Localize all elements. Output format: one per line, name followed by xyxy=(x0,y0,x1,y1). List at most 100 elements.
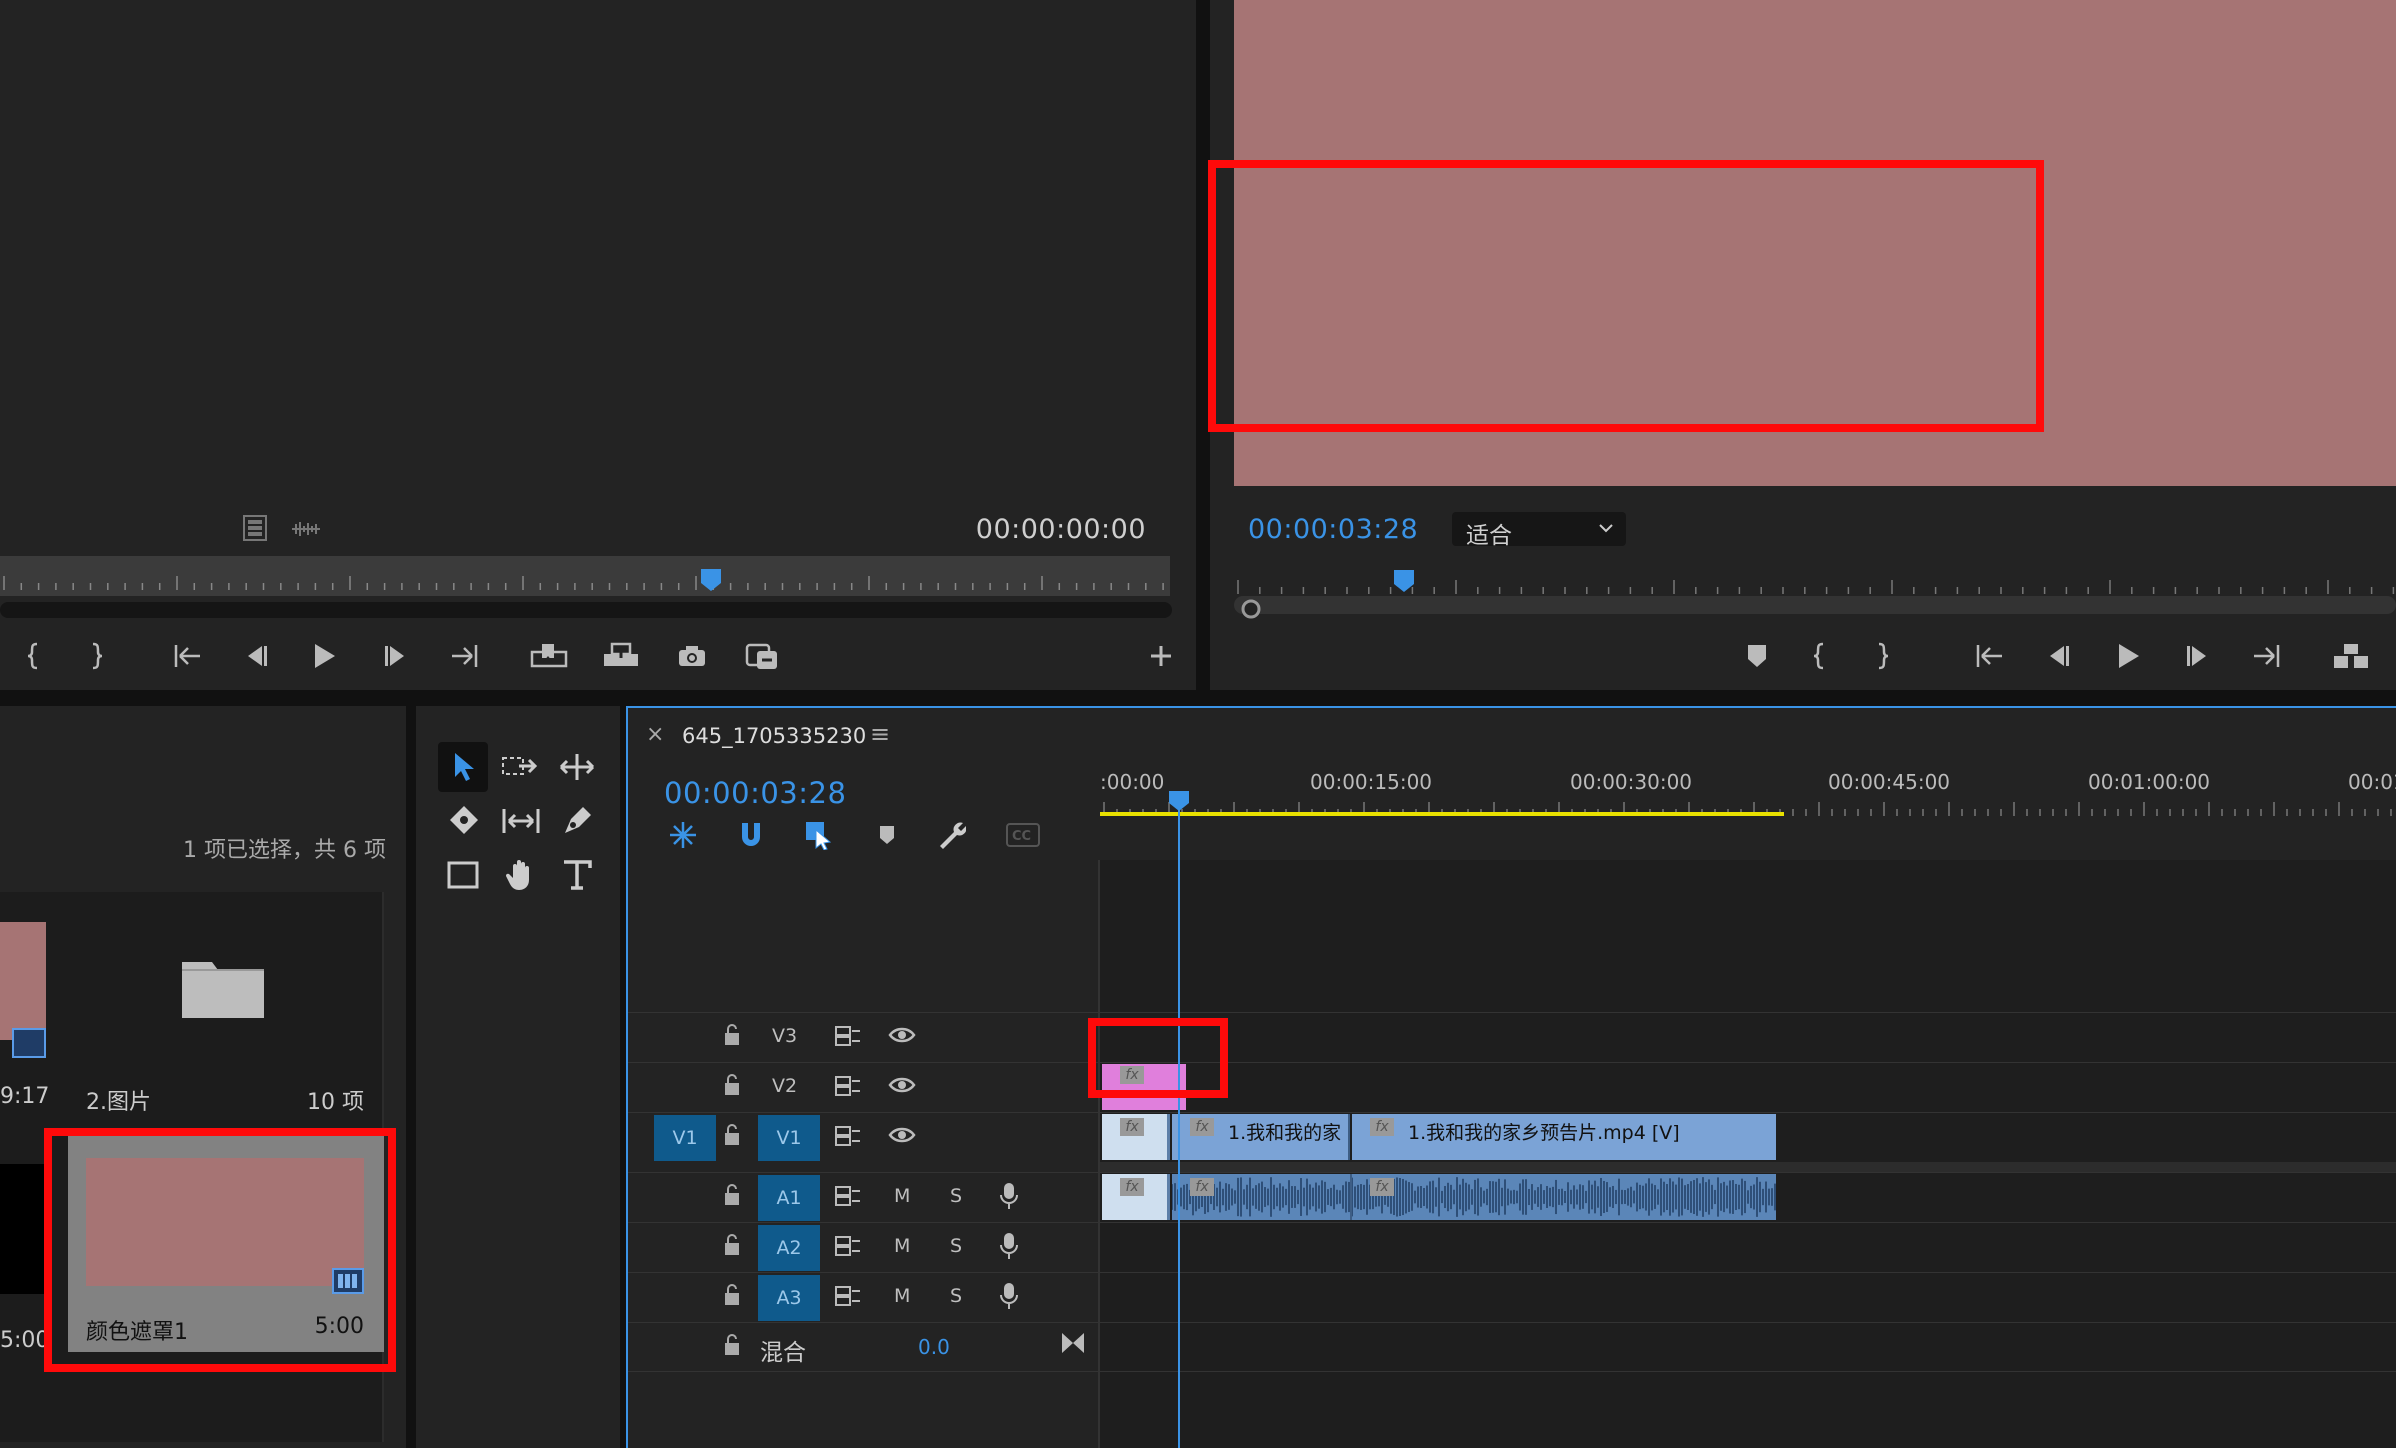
program-go-to-out-button[interactable] xyxy=(2246,634,2286,678)
source-playhead[interactable] xyxy=(700,568,722,591)
program-mark-in-button[interactable] xyxy=(1804,634,1834,678)
add-marker-icon[interactable] xyxy=(872,820,902,850)
project-item-black-thumbnail[interactable] xyxy=(0,1164,44,1294)
solo-button[interactable]: S xyxy=(950,1185,962,1207)
program-scroll-handle[interactable] xyxy=(1240,598,1262,620)
program-step-back-button[interactable] xyxy=(2040,634,2076,678)
microphone-icon[interactable] xyxy=(998,1181,1020,1211)
mute-button[interactable]: M xyxy=(894,1185,910,1207)
project-item-clip-thumbnail[interactable] xyxy=(0,922,46,1040)
eye-icon[interactable] xyxy=(888,1075,916,1095)
overwrite-button[interactable] xyxy=(600,634,642,678)
bowtie-icon[interactable] xyxy=(1060,1331,1086,1355)
program-play-button[interactable] xyxy=(2110,634,2146,678)
microphone-icon[interactable] xyxy=(998,1231,1020,1261)
work-area-bar[interactable] xyxy=(1100,812,1784,816)
eye-icon[interactable] xyxy=(888,1025,916,1045)
sequence-tab-name[interactable]: 645_1705335230 xyxy=(682,724,866,748)
play-button[interactable] xyxy=(306,634,342,678)
audio-clip-a1[interactable]: fx fx xyxy=(1172,1174,1776,1220)
hand-tool-icon[interactable] xyxy=(496,850,546,900)
av-divider[interactable] xyxy=(1100,1162,2396,1172)
loop-button[interactable] xyxy=(740,634,784,678)
track-target-a3[interactable]: A3 xyxy=(758,1275,820,1321)
sync-lock-icon[interactable] xyxy=(834,1235,862,1257)
source-ruler[interactable] xyxy=(0,556,1170,596)
lock-icon[interactable] xyxy=(722,1333,742,1357)
track-select-forward-icon[interactable] xyxy=(496,742,546,792)
clip-name: 1.我和我的家乡预告片.mp4 [V] xyxy=(1408,1122,1680,1144)
slip-tool-icon[interactable] xyxy=(496,796,546,846)
eye-icon[interactable] xyxy=(888,1125,916,1145)
go-to-out-button[interactable] xyxy=(444,634,484,678)
zoom-select[interactable]: 适合 xyxy=(1452,512,1626,549)
insert-button[interactable] xyxy=(528,634,570,678)
lock-icon[interactable] xyxy=(722,1183,742,1207)
selection-tool-icon[interactable] xyxy=(438,742,488,792)
mute-button[interactable]: M xyxy=(894,1235,910,1257)
timeline-timecode[interactable]: 00:00:03:28 xyxy=(664,776,846,810)
folder-icon[interactable] xyxy=(180,954,266,1020)
export-frame-camera-icon[interactable] xyxy=(672,634,712,678)
clip-v1-head[interactable]: fx xyxy=(1102,1114,1170,1160)
type-tool-icon[interactable] xyxy=(552,850,602,900)
solo-button[interactable]: S xyxy=(950,1285,962,1307)
go-to-in-button[interactable] xyxy=(168,634,208,678)
sync-lock-icon[interactable] xyxy=(834,1025,862,1047)
mark-out-button[interactable] xyxy=(82,634,112,678)
solo-button[interactable]: S xyxy=(950,1235,962,1257)
timeline-ruler[interactable]: :00:00 00:00:15:00 00:00:30:00 00:00:45:… xyxy=(1100,758,2396,860)
razor-tool-icon[interactable] xyxy=(438,796,488,846)
program-go-to-in-button[interactable] xyxy=(1970,634,2010,678)
horizontal-divider[interactable] xyxy=(0,690,2396,706)
step-back-button[interactable] xyxy=(238,634,274,678)
captions-cc-icon[interactable]: CC xyxy=(1004,818,1042,852)
bin-name[interactable]: 2.图片 xyxy=(86,1084,151,1116)
add-marker-button[interactable] xyxy=(1740,634,1774,678)
clip-icon[interactable] xyxy=(240,514,270,542)
lock-icon[interactable] xyxy=(722,1023,742,1047)
step-forward-button[interactable] xyxy=(378,634,414,678)
program-playhead[interactable] xyxy=(1393,569,1415,593)
audio-waveform-icon[interactable] xyxy=(288,518,324,540)
panel-menu-icon[interactable]: ≡ xyxy=(870,720,890,748)
clip-v1-b[interactable]: fx 1.我和我的家乡预告片.mp4 [V] xyxy=(1352,1114,1776,1160)
snap-magnet-icon[interactable] xyxy=(734,818,768,852)
sync-lock-icon[interactable] xyxy=(834,1185,862,1207)
program-timecode[interactable]: 00:00:03:28 xyxy=(1248,514,1418,545)
program-mark-out-button[interactable] xyxy=(1868,634,1898,678)
audio-clip-a1-head[interactable]: fx xyxy=(1102,1174,1170,1220)
track-target-a2[interactable]: A2 xyxy=(758,1225,820,1271)
clip-v1-a[interactable]: fx 1.我和我的家 xyxy=(1172,1114,1350,1160)
insert-nest-icon[interactable] xyxy=(666,818,700,852)
program-scroll-bar[interactable] xyxy=(1234,596,2396,614)
microphone-icon[interactable] xyxy=(998,1281,1020,1311)
panel-divider-left[interactable] xyxy=(406,706,416,1448)
bin-count: 10 项 xyxy=(307,1090,364,1115)
lift-button[interactable] xyxy=(2330,634,2372,678)
add-button-icon[interactable] xyxy=(1146,634,1176,678)
rectangle-tool-icon[interactable] xyxy=(438,850,488,900)
track-name[interactable]: V3 xyxy=(772,1025,797,1047)
sync-lock-icon[interactable] xyxy=(834,1075,862,1097)
ripple-edit-icon[interactable] xyxy=(552,742,602,792)
close-icon[interactable]: × xyxy=(646,722,664,747)
program-step-forward-button[interactable] xyxy=(2180,634,2216,678)
sync-lock-icon[interactable] xyxy=(834,1125,862,1147)
track-target-a1[interactable]: A1 xyxy=(758,1175,820,1221)
sync-lock-icon[interactable] xyxy=(834,1285,862,1307)
lock-icon[interactable] xyxy=(722,1073,742,1097)
mark-in-button[interactable] xyxy=(18,634,48,678)
lock-icon[interactable] xyxy=(722,1233,742,1257)
mix-value[interactable]: 0.0 xyxy=(918,1335,950,1359)
wrench-settings-icon[interactable] xyxy=(934,818,968,852)
mute-button[interactable]: M xyxy=(894,1285,910,1307)
track-name[interactable]: V2 xyxy=(772,1075,797,1097)
linked-selection-icon[interactable] xyxy=(802,818,836,852)
lock-icon[interactable] xyxy=(722,1123,742,1147)
track-target-v1[interactable]: V1 xyxy=(758,1115,820,1161)
pen-tool-icon[interactable] xyxy=(552,796,602,846)
source-scroll-bar[interactable] xyxy=(0,602,1172,618)
source-patch-v1[interactable]: V1 xyxy=(654,1115,716,1161)
lock-icon[interactable] xyxy=(722,1283,742,1307)
